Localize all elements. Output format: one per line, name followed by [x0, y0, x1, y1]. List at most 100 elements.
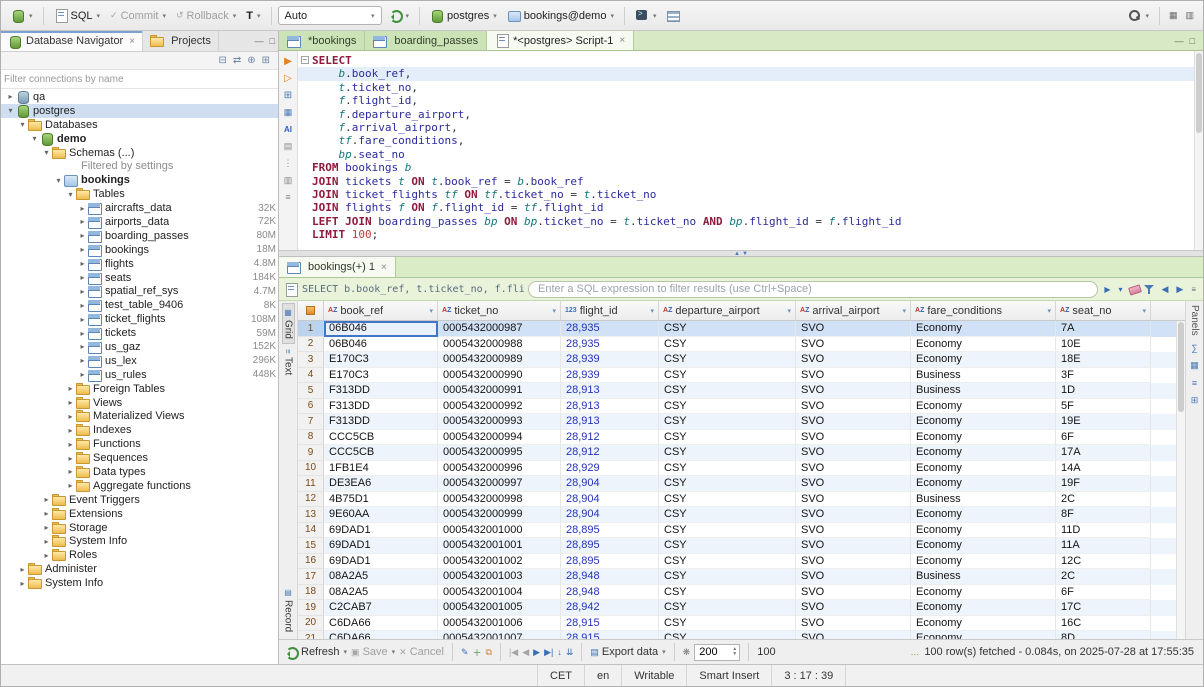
tree-item-tables[interactable]: ▾Tables	[1, 187, 278, 201]
column-dropdown-icon[interactable]: ▾	[1047, 307, 1051, 315]
grid-cell[interactable]: SVO	[796, 585, 911, 601]
presentation-tab-text[interactable]: ≡Text	[282, 344, 295, 380]
layout-toggle-icon[interactable]: ▥	[1182, 10, 1197, 21]
grid-cell[interactable]: 08A2A5	[324, 585, 438, 601]
tree-item-aircrafts-data[interactable]: ▸aircrafts_data32K	[1, 201, 278, 215]
tasks-button[interactable]	[662, 7, 684, 24]
grid-cell[interactable]: 11D	[1056, 523, 1151, 539]
twisty-icon[interactable]: ▸	[65, 398, 76, 407]
table-row[interactable]: 21C6DA66000543200100728,915CSYSVOEconomy…	[298, 631, 1185, 639]
sql-line[interactable]: bp.seat_no	[298, 148, 1203, 161]
tree-item-system-info[interactable]: ▸System Info	[1, 535, 278, 549]
grid-cell[interactable]: SVO	[796, 383, 911, 399]
table-row[interactable]: 4E170C3000543200099028,939CSYSVOBusiness…	[298, 368, 1185, 384]
log-icon[interactable]: ≡	[281, 191, 296, 204]
grid-cell[interactable]: 28,895	[561, 538, 659, 554]
grid-cell[interactable]: 0005432000994	[438, 430, 561, 446]
tree-item-roles[interactable]: ▸Roles	[1, 548, 278, 562]
grid-cell[interactable]: 0005432000987	[438, 321, 561, 337]
grid-cell[interactable]: Economy	[911, 523, 1056, 539]
sql-line[interactable]: f.departure_airport,	[298, 108, 1203, 121]
grid-cell[interactable]: 28,948	[561, 569, 659, 585]
grid-cell[interactable]: 0005432000995	[438, 445, 561, 461]
row-number[interactable]: 15	[298, 538, 324, 554]
grid-cell[interactable]: CSY	[659, 554, 796, 570]
grid-cell[interactable]: Business	[911, 492, 1056, 508]
grid-cell[interactable]: SVO	[796, 507, 911, 523]
last-row-button[interactable]: ▶|	[544, 647, 553, 658]
sql-code[interactable]: −SELECT b.book_ref, t.ticket_no, f.fligh…	[298, 51, 1203, 250]
grid-cell[interactable]: 28,935	[561, 337, 659, 353]
grid-cell[interactable]: 0005432000998	[438, 492, 561, 508]
new-connection-icon[interactable]: ⊞	[262, 55, 270, 66]
grid-cell[interactable]: 0005432001004	[438, 585, 561, 601]
execute-statement-icon[interactable]: ▶	[281, 55, 296, 68]
grid-cell[interactable]: 17A	[1056, 445, 1151, 461]
table-row[interactable]: 139E60AA000543200099928,904CSYSVOEconomy…	[298, 507, 1185, 523]
table-row[interactable]: 20C6DA66000543200100628,915CSYSVOEconomy…	[298, 616, 1185, 632]
grid-cell[interactable]: 12C	[1056, 554, 1151, 570]
twisty-icon[interactable]: ▸	[77, 259, 88, 268]
grid-cell[interactable]: 0005432001005	[438, 600, 561, 616]
ai-chat-icon[interactable]: AI	[281, 123, 296, 136]
tree-item-postgres[interactable]: ▾postgres	[1, 104, 278, 118]
fetch-next-page-icon[interactable]: ↓	[557, 647, 562, 657]
link-with-editor-icon[interactable]: ⇄	[233, 55, 241, 66]
sql-line[interactable]: LEFT JOIN boarding_passes bp ON bp.ticke…	[298, 215, 1203, 228]
panel-references-icon[interactable]: ⊞	[1191, 395, 1199, 406]
row-number[interactable]: 12	[298, 492, 324, 508]
transaction-mode-button[interactable]: T▾	[242, 8, 264, 24]
grid-cell[interactable]: F313DD	[324, 383, 438, 399]
grid-cell[interactable]: SVO	[796, 414, 911, 430]
new-connection-button[interactable]: ▾	[7, 7, 37, 24]
column-dropdown-icon[interactable]: ▾	[429, 307, 433, 315]
row-number[interactable]: 5	[298, 383, 324, 399]
tree-item-us-lex[interactable]: ▸us_lex296K	[1, 354, 278, 368]
grid-cell[interactable]: 18E	[1056, 352, 1151, 368]
sql-line[interactable]: JOIN ticket_flights tf ON tf.ticket_no =…	[298, 188, 1203, 201]
grid-cell[interactable]: 28,913	[561, 414, 659, 430]
twisty-icon[interactable]: ▸	[77, 245, 88, 254]
grid-cell[interactable]: 28,935	[561, 321, 659, 337]
sql-line[interactable]: tf.fare_conditions,	[298, 134, 1203, 147]
panel-metadata-icon[interactable]: ≡	[1192, 378, 1197, 388]
twisty-icon[interactable]: ▸	[41, 537, 52, 546]
grid-cell[interactable]: E170C3	[324, 352, 438, 368]
grid-cell[interactable]: 0005432000997	[438, 476, 561, 492]
refresh-button[interactable]: Refresh▾	[284, 646, 347, 659]
grid-cell[interactable]: 06B046	[324, 321, 438, 337]
tab-projects[interactable]: Projects	[143, 31, 219, 51]
grid-cell[interactable]: 28,915	[561, 616, 659, 632]
twisty-icon[interactable]: ▾	[65, 190, 76, 199]
tab-results-bookings[interactable]: bookings(+) 1 ×	[279, 257, 396, 277]
twisty-icon[interactable]: ▸	[77, 315, 88, 324]
tree-item-functions[interactable]: ▸Functions	[1, 437, 278, 451]
grid-cell[interactable]: CSY	[659, 507, 796, 523]
grid-cell[interactable]: 7A	[1056, 321, 1151, 337]
history-back-icon[interactable]: ◀	[1159, 284, 1170, 295]
sql-line[interactable]: FROM bookings b	[298, 161, 1203, 174]
tree-item-demo[interactable]: ▾demo	[1, 132, 278, 146]
twisty-icon[interactable]: ▸	[65, 440, 76, 449]
sql-line[interactable]: f.flight_id,	[298, 94, 1203, 107]
grid-cell[interactable]: 0005432000999	[438, 507, 561, 523]
twisty-icon[interactable]: ▸	[77, 231, 88, 240]
twisty-icon[interactable]: ▸	[41, 523, 52, 532]
tree-item-bookings[interactable]: ▸bookings18M	[1, 243, 278, 257]
table-row[interactable]: 19C2CAB7000543200100528,942CSYSVOEconomy…	[298, 600, 1185, 616]
grid-cell[interactable]: CSY	[659, 337, 796, 353]
first-row-button[interactable]: |◀	[509, 647, 518, 658]
twisty-icon[interactable]: ▾	[5, 106, 16, 115]
grid-cell[interactable]: CSY	[659, 631, 796, 639]
grid-cell[interactable]: CSY	[659, 414, 796, 430]
grid-cell[interactable]: 6F	[1056, 585, 1151, 601]
grid-cell[interactable]: Economy	[911, 600, 1056, 616]
tree-item-indexes[interactable]: ▸Indexes	[1, 423, 278, 437]
tree-item-tickets[interactable]: ▸tickets59M	[1, 326, 278, 340]
tree-item-data-types[interactable]: ▸Data types	[1, 465, 278, 479]
grid-cell[interactable]: SVO	[796, 430, 911, 446]
grid-cell[interactable]: 0005432001002	[438, 554, 561, 570]
minimize-icon[interactable]: —	[252, 36, 267, 46]
status-writable[interactable]: Writable	[622, 665, 687, 686]
row-number[interactable]: 1	[298, 321, 324, 337]
